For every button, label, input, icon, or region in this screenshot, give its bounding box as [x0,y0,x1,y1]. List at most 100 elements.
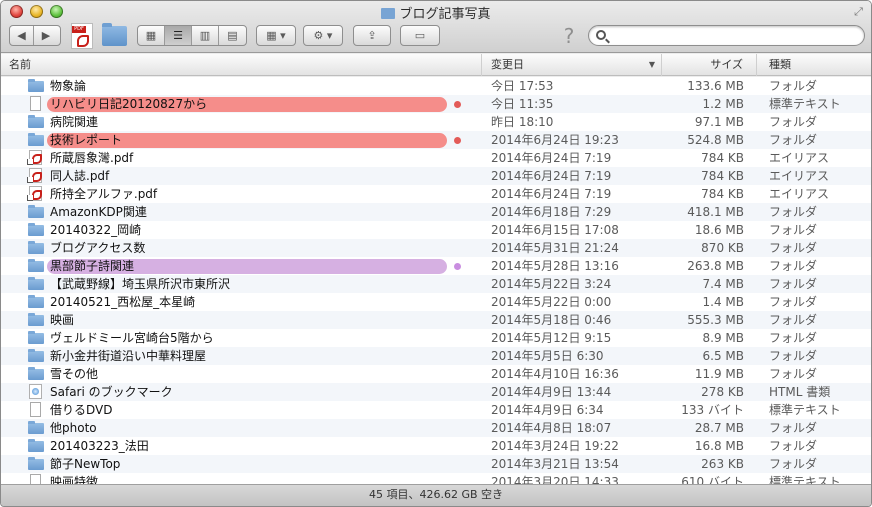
back-button[interactable]: ◀ [10,26,34,45]
file-row[interactable]: 201403223_法田 2014年3月24日 19:22 16.8 MB フォルダ [1,437,871,455]
file-row[interactable]: 映画特徴 2014年3月20日 14:33 610 バイト 標準テキスト [1,473,871,484]
folder-icon [28,439,44,452]
file-kind: HTML 書類 [769,385,831,399]
file-row[interactable]: 映画 2014年5月18日 0:46 555.3 MB フォルダ [1,311,871,329]
folder-icon [28,313,44,326]
file-kind: フォルダ [769,133,818,147]
column-view-button[interactable]: ▥ [192,26,219,45]
folder-icon [28,295,44,308]
gear-icon: ⚙ ▾ [313,29,333,42]
file-row[interactable]: 他photo 2014年4月8日 18:07 28.7 MB フォルダ [1,419,871,437]
file-row[interactable]: 20140322_岡崎 2014年6月15日 17:08 18.6 MB フォルダ [1,221,871,239]
file-row[interactable]: 借りるDVD 2014年4月9日 6:34 133 バイト 標準テキスト [1,401,871,419]
file-row[interactable]: 所持全アルファ.pdf 2014年6月24日 7:19 784 KB エイリアス [1,185,871,203]
coverflow-view-button[interactable]: ▤ [219,26,246,45]
file-size: 524.8 MB [687,133,744,147]
file-row[interactable]: 同人誌.pdf 2014年6月24日 7:19 784 KB エイリアス [1,167,871,185]
file-name: 雪その他 [50,367,99,381]
list-view-button[interactable]: ☰ [165,26,192,45]
column-size-header[interactable]: サイズ [662,54,757,76]
pdf-icon [27,168,42,183]
file-size: 784 KB [701,187,744,201]
folder-icon [28,259,44,272]
file-row[interactable]: リハビリ日記20120827から 今日 11:35 1.2 MB 標準テキスト [1,95,871,113]
file-row[interactable]: ブログアクセス数 2014年5月31日 21:24 870 KB フォルダ [1,239,871,257]
file-name: ヴェルドミール宮崎台5階から [50,331,214,345]
file-date: 昨日 18:10 [491,115,554,129]
icon-view-button[interactable]: ▦ [138,26,165,45]
label-dot-purple [454,263,461,270]
file-date: 2014年6月15日 17:08 [491,223,619,237]
file-size: 6.5 MB [702,349,744,363]
file-kind: フォルダ [769,349,818,363]
folder-shortcut-icon[interactable] [102,23,127,46]
column-name-header[interactable]: 名前 [1,54,482,76]
file-row[interactable]: 20140521_西松屋_本星崎 2014年5月22日 0:00 1.4 MB フォル… [1,293,871,311]
file-size: 610 バイト [681,475,744,484]
search-field[interactable] [588,25,865,46]
file-date: 2014年4月8日 18:07 [491,421,612,435]
tag-icon: ▭ [414,29,426,42]
file-row[interactable]: 黒部節子詩関連 2014年5月28日 13:16 263.8 MB フォルダ [1,257,871,275]
folder-icon [28,331,44,344]
file-row[interactable]: 新小金井街道沿い中華料理屋 2014年5月5日 6:30 6.5 MB フォルダ [1,347,871,365]
file-size: 784 KB [701,169,744,183]
column-date-header[interactable]: 変更日 ▼ [482,54,662,76]
label-dot-red [454,137,461,144]
file-kind: フォルダ [769,205,818,219]
folder-icon [28,223,44,236]
file-row[interactable]: Safari のブックマーク 2014年4月9日 13:44 278 KB HTML … [1,383,871,401]
text-icon [30,402,41,417]
file-kind: フォルダ [769,223,818,237]
file-row[interactable]: 節子NewTop 2014年3月21日 13:54 263 KB フォルダ [1,455,871,473]
file-name: 201403223_法田 [50,439,149,453]
forward-button[interactable]: ▶ [34,26,58,45]
file-name: 【武蔵野線】埼玉県所沢市東所沢 [50,277,231,291]
file-date: 2014年5月22日 0:00 [491,295,612,309]
help-icon[interactable]: ? [559,25,579,47]
file-row[interactable]: 技術レポート 2014年6月24日 19:23 524.8 MB フォルダ [1,131,871,149]
search-icon [596,30,606,40]
file-row[interactable]: ヴェルドミール宮崎台5階から 2014年5月12日 9:15 8.9 MB フォルダ [1,329,871,347]
share-button[interactable]: ⇪ [353,25,391,46]
status-text: 45 項目、426.62 GB 空き [368,488,504,501]
file-size: 1.2 MB [702,97,744,111]
file-row[interactable]: AmazonKDP関連 2014年6月18日 7:29 418.1 MB フォルダ [1,203,871,221]
file-date: 2014年5月12日 9:15 [491,331,612,345]
file-date: 2014年3月21日 13:54 [491,457,619,471]
tags-button[interactable]: ▭ [400,25,440,46]
text-icon [30,474,41,484]
forward-arrow-icon: ▶ [41,29,51,42]
search-input[interactable] [611,28,859,43]
file-list[interactable]: 物象論 今日 17:53 133.6 MB フォルダ リハビリ日記20120827から今… [1,77,871,484]
file-size: 28.7 MB [694,421,744,435]
folder-icon [381,8,396,19]
column-header: 名前 変更日 ▼ サイズ 種類 [1,54,871,76]
file-row[interactable]: 物象論 今日 17:53 133.6 MB フォルダ [1,77,871,95]
file-date: 2014年3月20日 14:33 [491,475,619,484]
window-title: ブログ記事写真 [1,3,871,22]
arrange-button[interactable]: ▦ ▾ [256,25,296,46]
file-row[interactable]: 雪その他 2014年4月10日 16:36 11.9 MB フォルダ [1,365,871,383]
file-date: 2014年6月24日 19:23 [491,133,619,147]
folder-icon [28,349,44,362]
file-name: 物象論 [50,79,87,93]
file-row[interactable]: 【武蔵野線】埼玉県所沢市東所沢 2014年5月22日 3:24 7.4 MB フォルダ [1,275,871,293]
file-kind: 標準テキスト [769,97,841,111]
file-size: 418.1 MB [687,205,744,219]
acrobat-app-icon[interactable]: PDF [71,23,93,49]
label-dot-red [454,101,461,108]
file-kind: エイリアス [769,187,830,201]
file-kind: 標準テキスト [769,475,841,484]
file-row[interactable]: 所蔵唇象灣.pdf 2014年6月24日 7:19 784 KB エイリアス [1,149,871,167]
file-name: 技術レポート [50,133,123,147]
fullscreen-icon[interactable]: ⤢ [852,5,865,18]
file-name: 他photo [50,421,97,435]
file-kind: エイリアス [769,151,830,165]
file-kind: フォルダ [769,79,818,93]
column-kind-header[interactable]: 種類 [757,54,871,76]
action-button[interactable]: ⚙ ▾ [303,25,343,46]
finder-window: ブログ記事写真 ⤢ ◀ ▶ PDF ▦ ☰ ▥ ▤ ▦ ▾ ⚙ ▾ ⇪ ▭ ? … [0,0,872,507]
file-size: 870 KB [701,241,744,255]
file-row[interactable]: 病院関連 昨日 18:10 97.1 MB フォルダ [1,113,871,131]
